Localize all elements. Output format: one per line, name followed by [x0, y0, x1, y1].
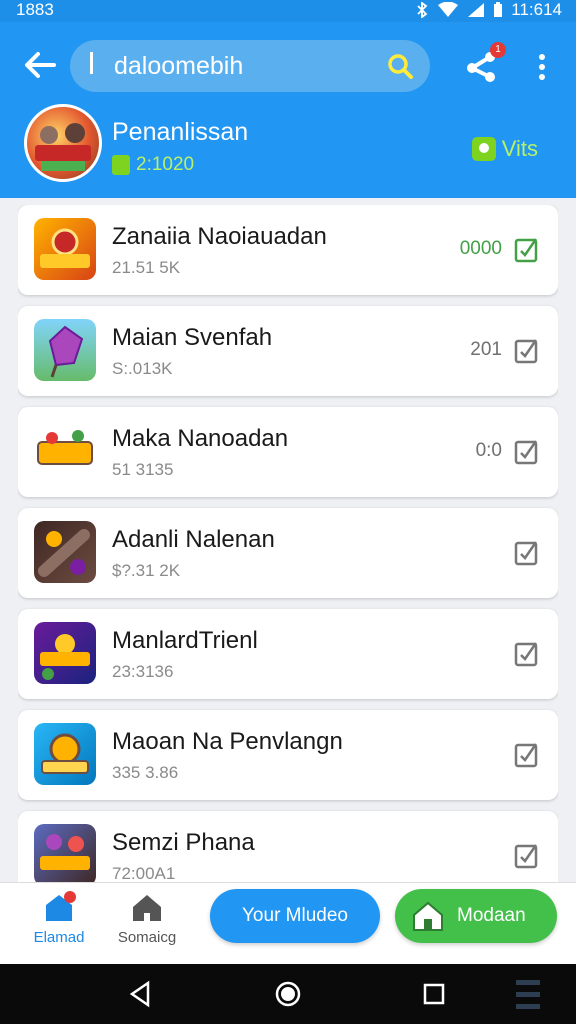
- game-logo-icon: [40, 834, 90, 870]
- vits-button[interactable]: Vits: [471, 136, 538, 162]
- battery-icon: [494, 2, 503, 17]
- profile-avatar[interactable]: [24, 104, 102, 182]
- checklist-icon[interactable]: [514, 538, 540, 566]
- nav-recents-icon[interactable]: [420, 980, 448, 1008]
- vits-icon: [471, 137, 496, 161]
- more-vert-icon[interactable]: [530, 50, 554, 84]
- status-time: 1883: [16, 0, 54, 19]
- item-title: Zanaiia Naoiauadan: [112, 223, 327, 250]
- checklist-icon[interactable]: [514, 639, 540, 667]
- item-subtitle: $?.31 2K: [112, 561, 181, 580]
- item-count: 201: [470, 339, 502, 360]
- game-logo-icon: [38, 529, 90, 577]
- game-thumbnail: [34, 319, 96, 381]
- search-input[interactable]: daloomebih: [70, 40, 430, 92]
- checklist-icon[interactable]: [514, 437, 540, 465]
- item-subtitle: 335 3.86: [112, 763, 179, 782]
- search-query: daloomebih: [114, 52, 244, 80]
- gem-icon: [48, 325, 84, 378]
- game-thumbnail: [34, 218, 96, 280]
- game-logo-icon: [40, 228, 90, 268]
- back-arrow-icon[interactable]: [20, 48, 60, 82]
- list-item[interactable]: Maian Svenfah S:.013K 201: [18, 306, 558, 396]
- home-tab-label: Elamad: [33, 929, 85, 946]
- game-art-icon: [35, 123, 91, 171]
- your-video-button[interactable]: Your Mludeo: [210, 889, 380, 943]
- search-icon[interactable]: [386, 52, 414, 80]
- item-subtitle: 21.51 5K: [112, 258, 181, 277]
- home-tab-icon: [42, 891, 76, 925]
- status-bar: 1883 11:614: [0, 0, 576, 22]
- item-title: Adanli Nalenan: [112, 526, 275, 553]
- wifi-icon: [438, 2, 459, 17]
- search-tab-label: Somaicg: [117, 929, 177, 946]
- tab-home[interactable]: Elamad: [14, 891, 104, 946]
- item-title: Maoan Na Penvlangn: [112, 728, 343, 755]
- list-item[interactable]: Adanli Nalenan $?.31 2K: [18, 508, 558, 598]
- status-clock: 11:614: [511, 0, 562, 19]
- signal-icon: [468, 3, 485, 17]
- bottom-app-bar: Elamad Somaicg Your Mludeo Modaan: [0, 882, 576, 964]
- game-list: Zanaiia Naoiauadan 21.51 5K 0000 Maian S…: [18, 205, 558, 882]
- item-title: Maian Svenfah: [112, 324, 273, 351]
- modaan-button-label: Modaan: [457, 905, 526, 926]
- coin-icon: [112, 155, 130, 175]
- nav-back-icon[interactable]: [126, 980, 154, 1008]
- item-title: ManlardTrienl: [112, 627, 258, 654]
- list-item[interactable]: Maoan Na Penvlangn 335 3.86: [18, 710, 558, 800]
- modaan-button[interactable]: Modaan: [395, 889, 557, 943]
- profile-stats: 2:1020: [112, 154, 194, 176]
- bluetooth-icon: [417, 2, 428, 18]
- profile-stat-value: 2:1020: [136, 154, 195, 175]
- checklist-icon[interactable]: [514, 740, 540, 768]
- system-nav-bar: [0, 964, 576, 1024]
- share-button[interactable]: 1: [464, 42, 506, 84]
- game-logo-icon: [40, 634, 90, 680]
- item-subtitle: 23:3136: [112, 662, 174, 681]
- tab-search[interactable]: Somaicg: [102, 891, 192, 946]
- list-item[interactable]: Maka Nanoadan 51 3135 0:0: [18, 407, 558, 497]
- game-thumbnail: [34, 420, 96, 482]
- game-thumbnail: [34, 622, 96, 684]
- item-subtitle: S:.013K: [112, 359, 173, 378]
- game-logo-icon: [41, 733, 89, 774]
- game-thumbnail: [34, 723, 96, 785]
- nav-home-icon[interactable]: [274, 980, 302, 1008]
- profile-name: Penanlissan: [112, 118, 249, 146]
- list-item[interactable]: Semzi Phana 72:00A1: [18, 811, 558, 882]
- app-header: daloomebih 1 Penanlissan 2:1020 Vits: [0, 22, 576, 198]
- list-item[interactable]: Zanaiia Naoiauadan 21.51 5K 0000: [18, 205, 558, 295]
- checklist-icon[interactable]: [514, 235, 540, 263]
- nav-menu-icon[interactable]: [514, 980, 542, 1010]
- house-icon: [413, 901, 443, 931]
- checklist-icon[interactable]: [514, 841, 540, 869]
- game-thumbnail: [34, 824, 96, 882]
- item-title: Maka Nanoadan: [112, 425, 289, 452]
- game-thumbnail: [34, 521, 96, 583]
- item-count: 0000: [459, 238, 502, 259]
- item-count: 0:0: [475, 440, 502, 461]
- notification-badge: 1: [490, 42, 506, 58]
- list-item[interactable]: ManlardTrienl 23:3136: [18, 609, 558, 699]
- house-icon: [130, 891, 164, 925]
- item-subtitle: 72:00A1: [112, 864, 176, 882]
- item-subtitle: 51 3135: [112, 460, 174, 479]
- text-cursor: [90, 52, 93, 74]
- vits-label: Vits: [501, 136, 538, 161]
- checklist-icon[interactable]: [514, 336, 540, 364]
- item-title: Semzi Phana: [112, 829, 255, 856]
- game-logo-icon: [37, 430, 93, 465]
